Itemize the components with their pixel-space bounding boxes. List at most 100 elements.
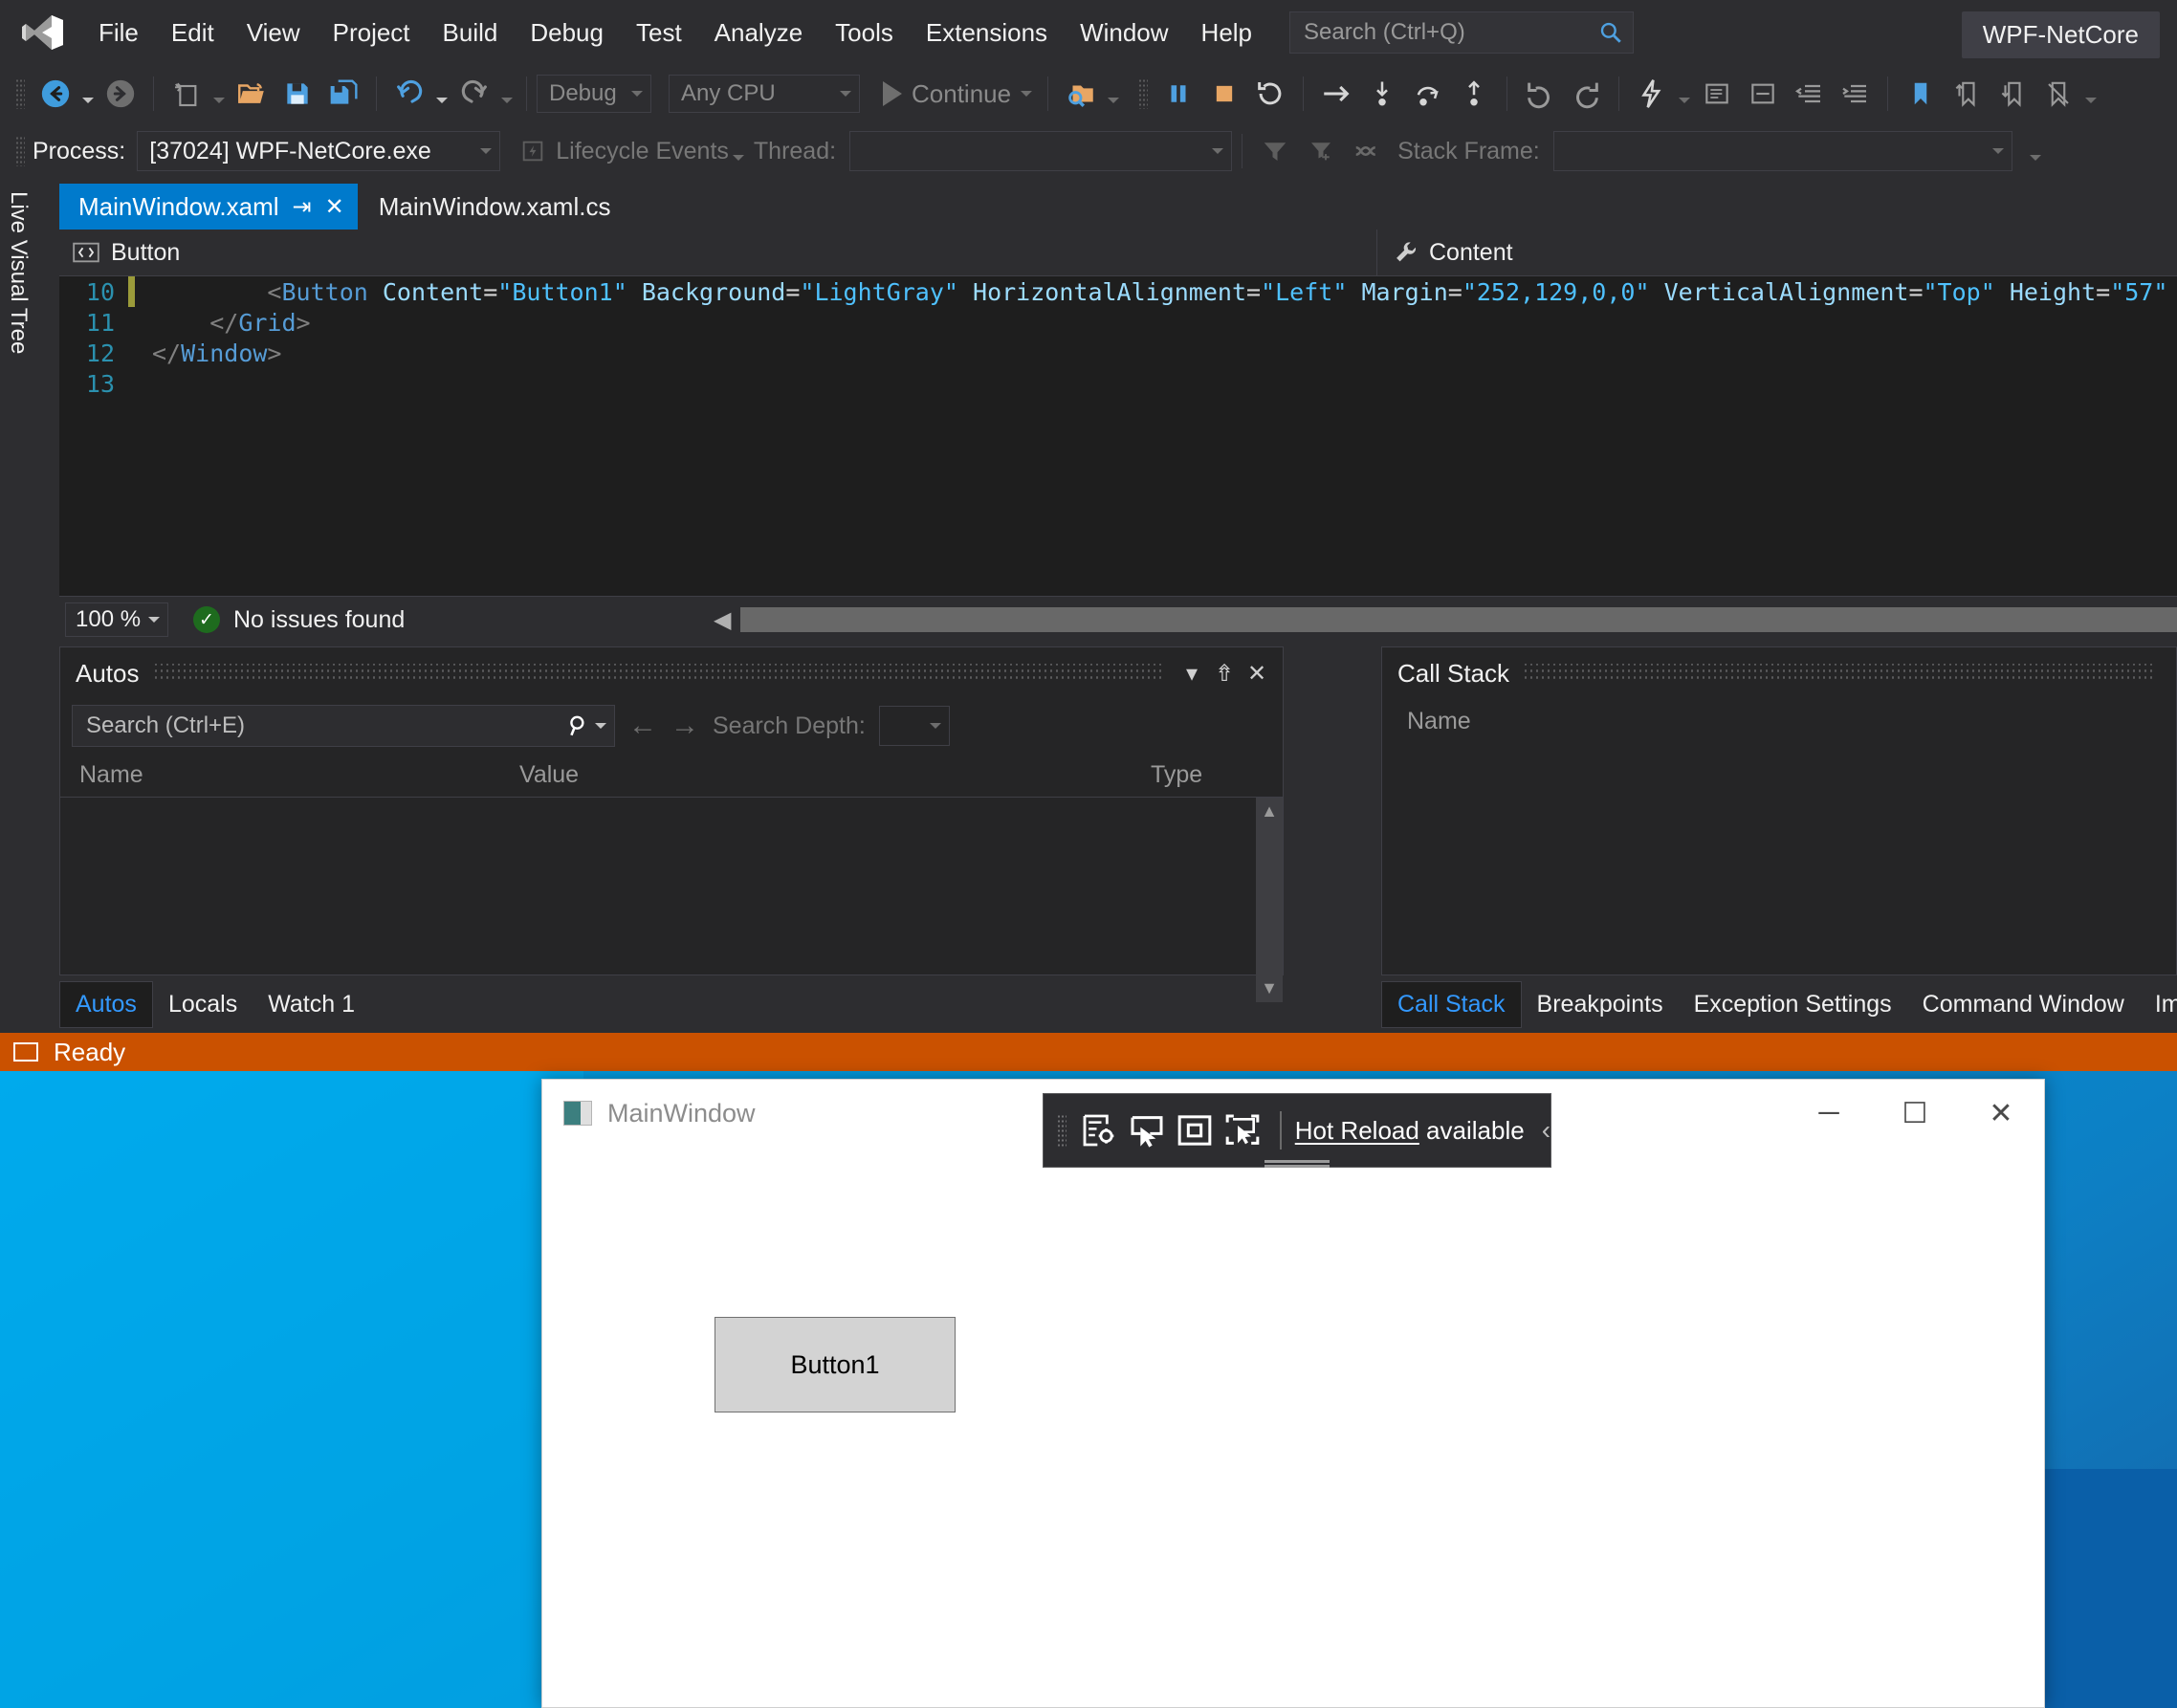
panel-drag-grip[interactable] [152,664,1162,683]
zoom-level-combo[interactable]: 100 % [65,602,168,637]
display-layout-adorner-icon[interactable] [1171,1106,1219,1155]
save-all-icon[interactable] [322,73,364,115]
column-header-name[interactable]: Name [1382,708,1471,735]
scroll-up-arrow-icon[interactable]: ▲ [1261,798,1278,825]
undo-dropdown[interactable] [432,73,451,115]
clear-bookmarks-icon[interactable] [2037,73,2079,115]
tab-command-window[interactable]: Command Window [1907,982,2140,1027]
comment-icon[interactable] [1696,73,1738,115]
column-header-name[interactable]: Name [60,761,500,789]
save-icon[interactable] [276,73,319,115]
hot-reload-link[interactable]: Hot Reload [1295,1116,1419,1145]
code-line[interactable]: 13 [59,368,2177,399]
step-out-icon[interactable] [1453,73,1495,115]
new-item-icon[interactable] [165,73,208,115]
attach-to-process-icon[interactable] [1060,73,1102,115]
solution-platform-combo[interactable]: Any CPU [669,75,860,113]
arrow-left-icon[interactable]: ← [628,712,657,740]
scroll-left-arrow-icon[interactable]: ◀ [714,606,731,634]
menu-item-build[interactable]: Build [427,11,515,55]
code-editor-surface[interactable]: 10 <Button Content="Button1" Background=… [59,276,2177,596]
tab-breakpoints[interactable]: Breakpoints [1522,982,1679,1027]
menu-item-debug[interactable]: Debug [514,11,620,55]
live-visual-tree-tool-tab[interactable]: Live Visual Tree [0,184,42,471]
tab-mainwindow-xaml[interactable]: MainWindow.xaml ⇥ ✕ [59,184,358,230]
lifecycle-events-icon[interactable] [512,130,554,172]
process-combo[interactable]: [37024] WPF-NetCore.exe [137,131,501,171]
tab-mainwindow-xaml-cs[interactable]: MainWindow.xaml.cs [357,184,632,230]
autos-vertical-scrollbar[interactable]: ▲ ▼ [1256,798,1283,1002]
menu-item-tools[interactable]: Tools [819,11,910,55]
stop-debugging-icon[interactable] [1203,73,1245,115]
menu-item-analyze[interactable]: Analyze [698,11,820,55]
menu-item-help[interactable]: Help [1185,11,1268,55]
call-stack-grid-body[interactable] [1382,743,2176,961]
code-line[interactable]: 10 <Button Content="Button1" Background=… [59,276,2177,307]
close-icon[interactable]: ✕ [325,193,344,221]
arrow-right-icon[interactable]: → [671,712,699,740]
code-line[interactable]: 12 </Window> [59,338,2177,368]
undo-icon[interactable] [388,73,430,115]
restart-icon[interactable] [1249,73,1291,115]
menu-item-window[interactable]: Window [1064,11,1184,55]
menu-item-test[interactable]: Test [620,11,698,55]
navigation-bar-member[interactable]: Content [1377,230,2177,275]
bookmark-icon[interactable] [1900,73,1942,115]
navigate-forward-icon[interactable] [99,73,142,115]
tab-watch-1[interactable]: Watch 1 [253,982,370,1027]
step-over-icon[interactable] [1407,73,1449,115]
search-icon[interactable] [566,713,591,738]
show-next-statement-icon[interactable] [1315,73,1357,115]
next-bookmark-icon[interactable] [1991,73,2034,115]
uncomment-icon[interactable] [1742,73,1784,115]
go-to-live-visual-tree-icon[interactable] [1076,1106,1124,1155]
pin-icon[interactable]: ⇥ [293,193,312,221]
search-depth-combo[interactable] [878,706,950,746]
break-all-icon[interactable] [1157,73,1199,115]
hot-reload-status-text[interactable]: Hot Reload available [1295,1116,1525,1146]
tab-exception-settings[interactable]: Exception Settings [1679,982,1907,1027]
navigate-back-dropdown[interactable] [78,73,98,115]
continue-button[interactable]: Continue [877,79,1038,109]
tab-immediate-window[interactable]: Immediat [2140,982,2177,1027]
debug-toolbar-overflow-icon[interactable] [2026,130,2045,172]
stack-frame-combo[interactable] [1552,131,2012,171]
hot-reload-icon[interactable] [1631,73,1673,115]
lifecycle-dropdown[interactable] [729,130,748,172]
minimize-icon[interactable]: ─ [1786,1080,1872,1147]
attach-dropdown[interactable] [1104,73,1123,115]
solution-configuration-combo[interactable]: Debug [537,75,651,113]
menu-item-edit[interactable]: Edit [155,11,231,55]
threads-icon[interactable] [1346,130,1388,172]
tab-locals[interactable]: Locals [153,982,253,1027]
navigate-back-icon[interactable] [34,73,77,115]
column-header-value[interactable]: Value [500,761,1132,789]
in-app-toolbar-handle[interactable] [1264,1160,1330,1163]
menu-item-file[interactable]: File [82,11,155,55]
menu-item-project[interactable]: Project [317,11,427,55]
previous-bookmark-icon[interactable] [1946,73,1988,115]
redo-dropdown[interactable] [497,73,517,115]
chevron-left-icon[interactable]: ‹ [1542,1115,1550,1146]
redo-icon-2[interactable] [1565,73,1607,115]
horizontal-scrollbar[interactable] [740,607,2177,632]
chevron-down-icon[interactable] [595,723,606,729]
maximize-icon[interactable]: ☐ [1872,1080,1958,1147]
button1[interactable]: Button1 [715,1317,956,1412]
debug-toolbar-grip[interactable] [15,136,25,166]
thread-combo[interactable] [849,131,1233,171]
autos-grid-body[interactable]: ▲ ▼ [60,798,1283,1002]
toolbar-overflow-icon[interactable] [2081,73,2100,115]
select-element-icon[interactable] [1123,1106,1171,1155]
pin-icon[interactable]: ⇮ [1208,657,1241,690]
column-header-type[interactable]: Type [1132,761,1202,789]
track-focused-element-icon[interactable] [1219,1106,1266,1155]
clear-filter-icon[interactable] [1300,130,1342,172]
filter-icon[interactable] [1254,130,1296,172]
tab-call-stack[interactable]: Call Stack [1381,980,1522,1028]
outdent-icon[interactable] [1788,73,1830,115]
step-into-icon[interactable] [1361,73,1403,115]
tab-autos[interactable]: Autos [59,980,153,1028]
code-line[interactable]: 11 </Grid> [59,307,2177,338]
hot-reload-dropdown[interactable] [1675,73,1694,115]
